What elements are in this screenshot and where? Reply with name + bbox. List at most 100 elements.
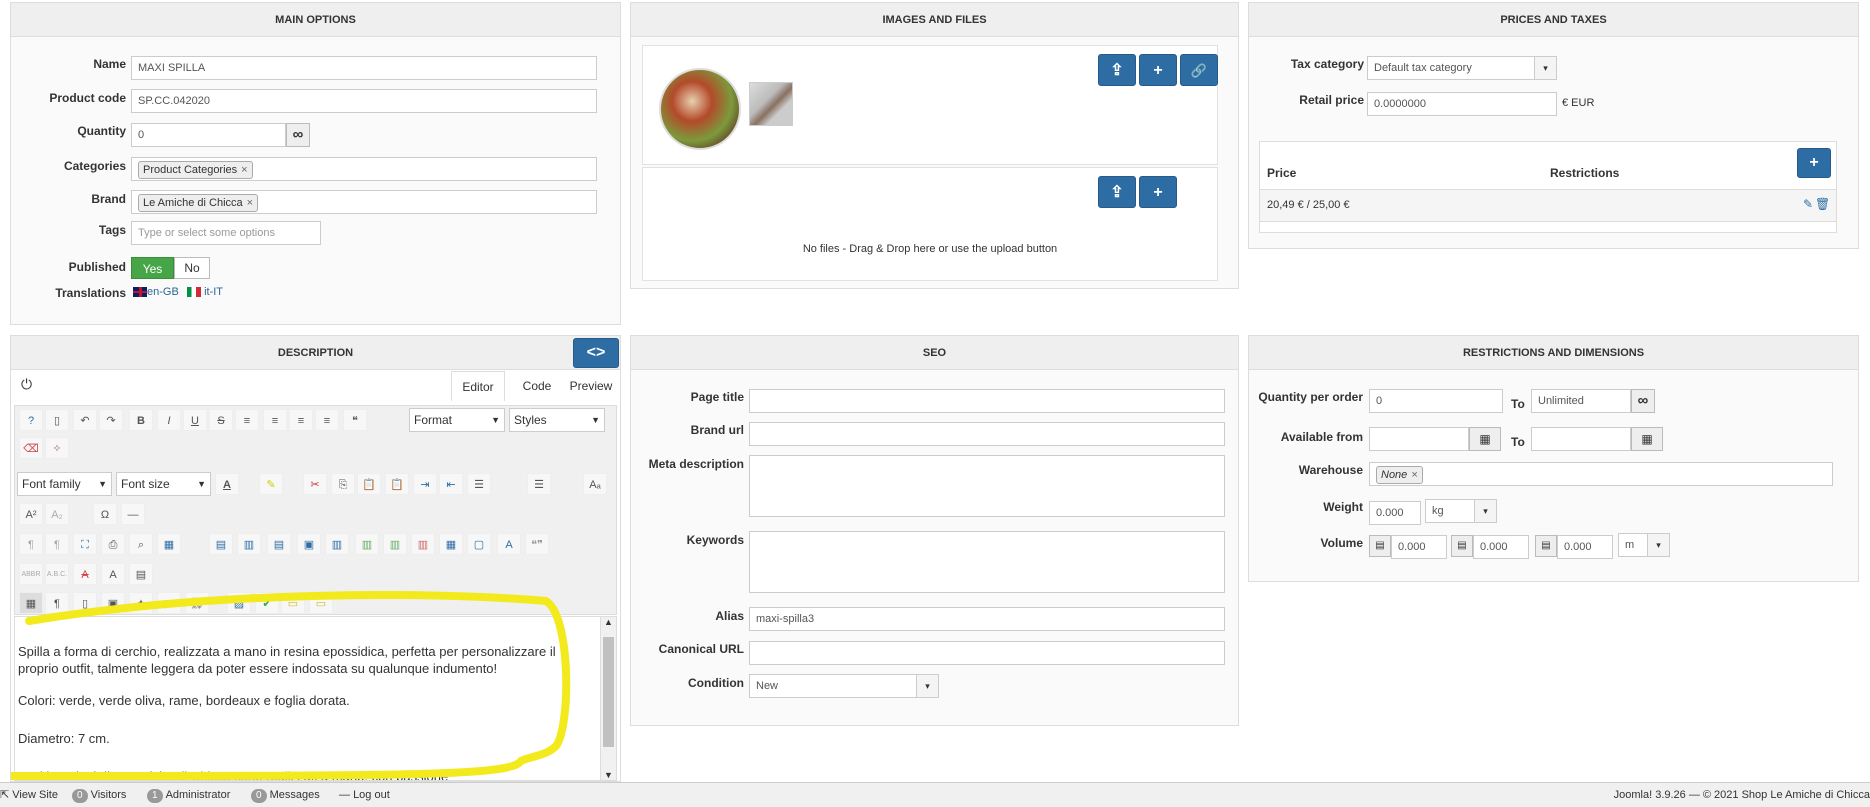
toggle-editor-button[interactable]: <> bbox=[573, 338, 619, 368]
available-to-input[interactable] bbox=[1531, 427, 1631, 451]
name-input[interactable]: MAXI SPILLA bbox=[131, 56, 597, 80]
tax-category-select[interactable]: Default tax category ▾ bbox=[1367, 56, 1557, 80]
italic-icon[interactable]: I bbox=[157, 409, 181, 431]
volume-width-input[interactable]: 0.000 bbox=[1473, 535, 1529, 559]
scroll-up-icon[interactable]: ▲ bbox=[601, 617, 616, 627]
quantity-input[interactable]: 0 bbox=[131, 123, 286, 147]
align-right-icon[interactable]: ≡ bbox=[315, 409, 339, 431]
calendar-from-button[interactable]: ▦ bbox=[1469, 427, 1501, 451]
view-site-link[interactable]: ⇱ View Site bbox=[0, 783, 58, 807]
ordered-list-icon[interactable]: ☰ bbox=[467, 473, 491, 495]
copy-icon[interactable]: ⎘ bbox=[331, 473, 355, 495]
format-select[interactable]: Format ▼ bbox=[409, 408, 505, 432]
images-dropzone[interactable]: ⇪ + 🔗 bbox=[642, 45, 1218, 165]
published-no-button[interactable]: No bbox=[174, 257, 210, 279]
eraser-icon[interactable]: ⌫ bbox=[19, 437, 43, 459]
rtl-icon[interactable]: ¶ bbox=[45, 533, 69, 555]
delete-row-icon[interactable]: ▤ bbox=[267, 533, 291, 555]
volume-height-input[interactable]: 0.000 bbox=[1557, 535, 1613, 559]
split-cells-icon[interactable]: ▥ bbox=[325, 533, 349, 555]
insert-column-icon[interactable]: ▥ bbox=[237, 533, 261, 555]
column-before-icon[interactable]: ▥ bbox=[355, 533, 379, 555]
en-gb-link[interactable]: en-GB bbox=[147, 286, 179, 298]
tab-code[interactable]: Code bbox=[512, 371, 562, 401]
upload-file-button[interactable]: ⇪ bbox=[1098, 176, 1136, 208]
blockquote-icon[interactable]: ❝ bbox=[343, 409, 367, 431]
categories-input[interactable]: Product Categories × bbox=[131, 157, 597, 181]
meta-description-textarea[interactable] bbox=[749, 455, 1225, 517]
paste-icon[interactable]: 📋 bbox=[357, 473, 381, 495]
search-icon[interactable]: ⌕ bbox=[129, 533, 153, 555]
qpo-to-input[interactable]: Unlimited bbox=[1531, 389, 1631, 413]
file-icon[interactable]: ▯ bbox=[73, 592, 97, 614]
strikethrough-icon[interactable]: S bbox=[209, 409, 233, 431]
tab-editor[interactable]: Editor bbox=[451, 371, 505, 401]
add-price-button[interactable]: + bbox=[1797, 148, 1831, 178]
check-icon[interactable]: ✔ bbox=[255, 592, 279, 614]
image-icon[interactable]: ▨ bbox=[227, 592, 251, 614]
alias-input[interactable]: maxi-spilla3 bbox=[749, 607, 1225, 631]
brand-url-input[interactable] bbox=[749, 422, 1225, 446]
volume-length-input[interactable]: 0.000 bbox=[1391, 535, 1447, 559]
undo-icon[interactable]: ↶ bbox=[73, 409, 97, 431]
unlimited-quantity-button[interactable]: ∞ bbox=[286, 123, 310, 147]
table-props-icon[interactable]: ▢ bbox=[467, 533, 491, 555]
styles-select[interactable]: Styles ▼ bbox=[509, 408, 605, 432]
outdent-icon[interactable]: ⇤ bbox=[439, 473, 463, 495]
insert-text-icon[interactable]: A bbox=[101, 563, 125, 585]
delete-column-icon[interactable]: ▥ bbox=[411, 533, 435, 555]
superscript-icon[interactable]: A² bbox=[19, 503, 43, 525]
weight-input[interactable]: 0.000 bbox=[1369, 501, 1421, 525]
tags-input[interactable]: Type or select some options bbox=[131, 221, 321, 245]
delete-text-icon[interactable]: A bbox=[73, 563, 97, 585]
canonical-url-input[interactable] bbox=[749, 641, 1225, 665]
ltr-icon[interactable]: ¶ bbox=[19, 533, 43, 555]
broom-icon[interactable]: ✧ bbox=[45, 437, 69, 459]
edit-icon[interactable]: ✎ bbox=[1803, 197, 1813, 211]
print-icon[interactable]: ⎙ bbox=[101, 533, 125, 555]
subscript-icon[interactable]: A₂ bbox=[45, 503, 69, 525]
template-icon[interactable]: ▤ bbox=[129, 563, 153, 585]
indent-icon[interactable]: ⇥ bbox=[413, 473, 437, 495]
volume-unit-select[interactable]: m ▾ bbox=[1618, 533, 1670, 557]
bullet-list-icon[interactable]: ☰ bbox=[527, 473, 551, 495]
calendar-to-button[interactable]: ▦ bbox=[1631, 427, 1663, 451]
media-icon[interactable]: ▶ bbox=[157, 592, 181, 614]
paste-word-icon[interactable]: 📋 bbox=[385, 473, 409, 495]
insert-row-icon[interactable]: ▤ bbox=[209, 533, 233, 555]
text-case-icon[interactable]: Aₐ bbox=[583, 473, 607, 495]
weight-unit-select[interactable]: kg ▾ bbox=[1425, 499, 1497, 523]
cell-props-icon[interactable]: ▦ bbox=[439, 533, 463, 555]
remove-chip-icon[interactable]: × bbox=[247, 197, 253, 209]
visual-aid-icon[interactable]: ▦ bbox=[19, 592, 43, 614]
omega-icon[interactable]: Ω bbox=[93, 503, 117, 525]
readmore-icon[interactable]: ▭ bbox=[309, 592, 333, 614]
remove-chip-icon[interactable]: × bbox=[1411, 469, 1417, 481]
tab-preview[interactable]: Preview bbox=[564, 371, 618, 401]
keywords-textarea[interactable] bbox=[749, 531, 1225, 593]
retail-price-input[interactable]: 0.0000000 bbox=[1367, 92, 1557, 116]
underline-icon[interactable]: U bbox=[183, 409, 207, 431]
product-image-thumb[interactable] bbox=[749, 82, 793, 126]
scroll-thumb[interactable] bbox=[603, 637, 614, 747]
editor-scrollbar[interactable]: ▲ ▼ bbox=[600, 617, 616, 780]
scroll-down-icon[interactable]: ▼ bbox=[601, 770, 616, 780]
product-code-input[interactable]: SP.CC.042020 bbox=[131, 89, 597, 113]
it-it-link[interactable]: it-IT bbox=[204, 286, 223, 298]
plugin-icon[interactable]: ✦ bbox=[129, 592, 153, 614]
files-dropzone[interactable]: ⇪ + No files - Drag & Drop here or use t… bbox=[642, 167, 1218, 281]
highlight-icon[interactable]: ✎ bbox=[259, 473, 283, 495]
power-icon[interactable]: ⏻ bbox=[21, 376, 32, 393]
brand-input[interactable]: Le Amiche di Chicca × bbox=[131, 190, 597, 214]
acronym-icon[interactable]: A.B.C. bbox=[45, 563, 69, 585]
link-toolbar-icon[interactable]: ⛓ bbox=[185, 592, 209, 614]
warehouse-input[interactable]: None × bbox=[1369, 462, 1833, 486]
condition-select[interactable]: New ▾ bbox=[749, 674, 939, 698]
fullscreen-icon[interactable]: ⛶ bbox=[73, 533, 97, 555]
remove-chip-icon[interactable]: × bbox=[241, 164, 247, 176]
show-blocks-icon[interactable]: ¶ bbox=[45, 592, 69, 614]
add-image-button[interactable]: + bbox=[1139, 54, 1177, 86]
administrator-item[interactable]: 1 Administrator bbox=[147, 783, 230, 807]
logout-link[interactable]: — Log out bbox=[339, 783, 390, 807]
font-family-select[interactable]: Font family ▼ bbox=[17, 472, 112, 496]
